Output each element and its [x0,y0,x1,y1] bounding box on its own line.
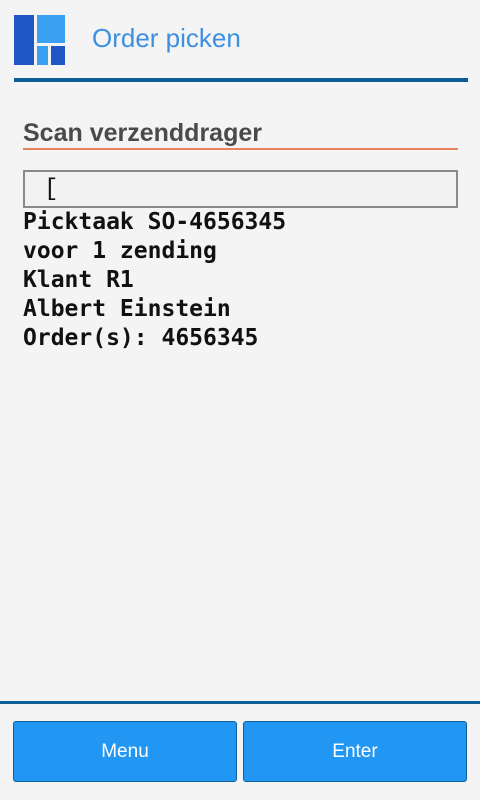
pick-task-info: Picktaak SO-4656345 voor 1 zending Klant… [23,208,286,353]
scan-section-underline [23,148,458,150]
enter-button[interactable]: Enter [243,721,467,782]
header-divider [14,78,468,82]
orders-line: Order(s): 4656345 [23,325,259,351]
pick-task-line: Picktaak SO-4656345 [23,209,287,235]
shipment-count-line: voor 1 zending [23,238,217,264]
customer-name-line: Albert Einstein [23,296,231,322]
scan-input[interactable] [23,170,458,208]
menu-button[interactable]: Menu [13,721,237,782]
app-header: Order picken [0,0,480,84]
page-title: Order picken [92,23,241,53]
app-logo-icon [14,15,65,65]
customer-line: Klant R1 [23,267,134,293]
footer-divider [0,701,480,704]
scan-section-title: Scan verzenddrager [23,119,262,147]
